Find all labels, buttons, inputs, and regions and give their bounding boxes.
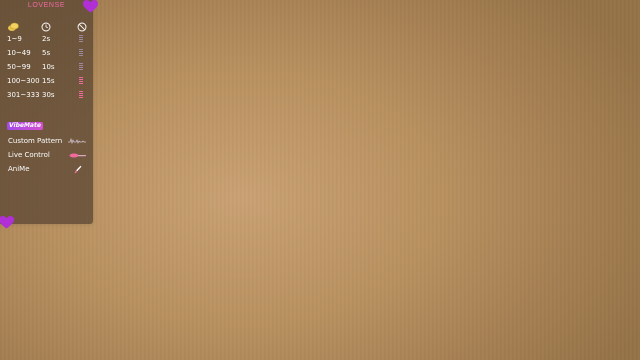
tip-duration: 15s bbox=[42, 77, 55, 85]
tip-range: 301~333 bbox=[7, 91, 40, 99]
intensity-level-icon bbox=[79, 63, 83, 71]
tip-level-row: 10~49 5s bbox=[0, 48, 93, 60]
tip-table-header bbox=[0, 17, 93, 32]
tip-range: 100~300 bbox=[7, 77, 40, 85]
intensity-level-icon bbox=[79, 35, 83, 43]
feature-custom-pattern[interactable]: Custom Pattern bbox=[0, 136, 93, 148]
intensity-level-icon bbox=[79, 91, 83, 99]
tip-duration: 10s bbox=[42, 63, 55, 71]
tip-level-row: 301~333 30s bbox=[0, 90, 93, 102]
tip-level-row: 1~9 2s bbox=[0, 34, 93, 46]
tip-range: 50~99 bbox=[7, 63, 31, 71]
tip-duration: 5s bbox=[42, 49, 51, 57]
video-backdrop bbox=[0, 0, 640, 360]
intensity-level-icon bbox=[79, 49, 83, 57]
feature-anime[interactable]: AniMe bbox=[0, 164, 93, 176]
feature-label: Custom Pattern bbox=[8, 137, 63, 145]
tip-range: 10~49 bbox=[7, 49, 31, 57]
heart-icon bbox=[83, 0, 98, 17]
tip-level-row: 100~300 15s bbox=[0, 76, 93, 88]
feature-label: AniMe bbox=[8, 165, 30, 173]
brush-icon bbox=[74, 165, 82, 176]
feature-live-control[interactable]: Live Control bbox=[0, 150, 93, 162]
lovense-tip-menu-panel: LOVENSE 1~9 2s 10~49 5s 50~99 10s 100~300 15s 30 bbox=[0, 0, 93, 224]
tip-duration: 2s bbox=[42, 35, 51, 43]
tip-level-row: 50~99 10s bbox=[0, 62, 93, 74]
brand-logo: LOVENSE bbox=[27, 2, 66, 9]
intensity-level-icon bbox=[79, 77, 83, 85]
heart-icon bbox=[0, 214, 14, 233]
waveform-icon bbox=[68, 137, 86, 147]
feature-label: Live Control bbox=[8, 151, 50, 159]
vibemate-badge: VibeMate bbox=[7, 122, 43, 130]
tip-range: 1~9 bbox=[7, 35, 22, 43]
tip-duration: 30s bbox=[42, 91, 55, 99]
toy-icon bbox=[69, 152, 87, 161]
